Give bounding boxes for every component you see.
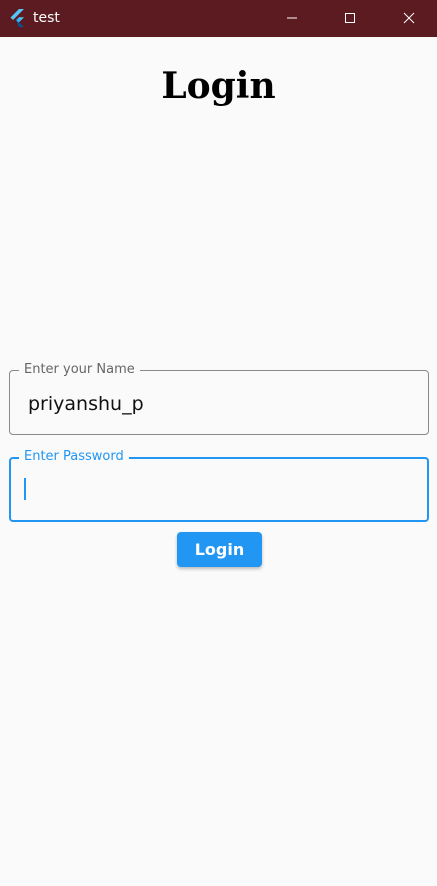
- text-cursor: [24, 478, 26, 500]
- title-bar[interactable]: test: [0, 0, 437, 37]
- name-field-label: Enter your Name: [19, 360, 140, 380]
- close-button[interactable]: [386, 0, 432, 37]
- minimize-button[interactable]: [269, 0, 315, 37]
- minimize-icon: [286, 9, 298, 28]
- name-field-value[interactable]: priyanshu_p: [28, 391, 144, 417]
- app-window: test Login Enter your Name priyanshu_p E…: [0, 0, 437, 886]
- maximize-button[interactable]: [327, 0, 373, 37]
- maximize-icon: [344, 9, 356, 28]
- page-title: Login: [161, 65, 276, 107]
- password-field-label: Enter Password: [19, 447, 129, 467]
- name-field[interactable]: Enter your Name priyanshu_p: [9, 360, 429, 435]
- close-icon: [403, 9, 415, 28]
- login-button[interactable]: Login: [177, 532, 262, 567]
- flutter-logo-icon: [9, 9, 27, 27]
- password-field[interactable]: Enter Password: [9, 447, 429, 522]
- window-title: test: [33, 10, 60, 26]
